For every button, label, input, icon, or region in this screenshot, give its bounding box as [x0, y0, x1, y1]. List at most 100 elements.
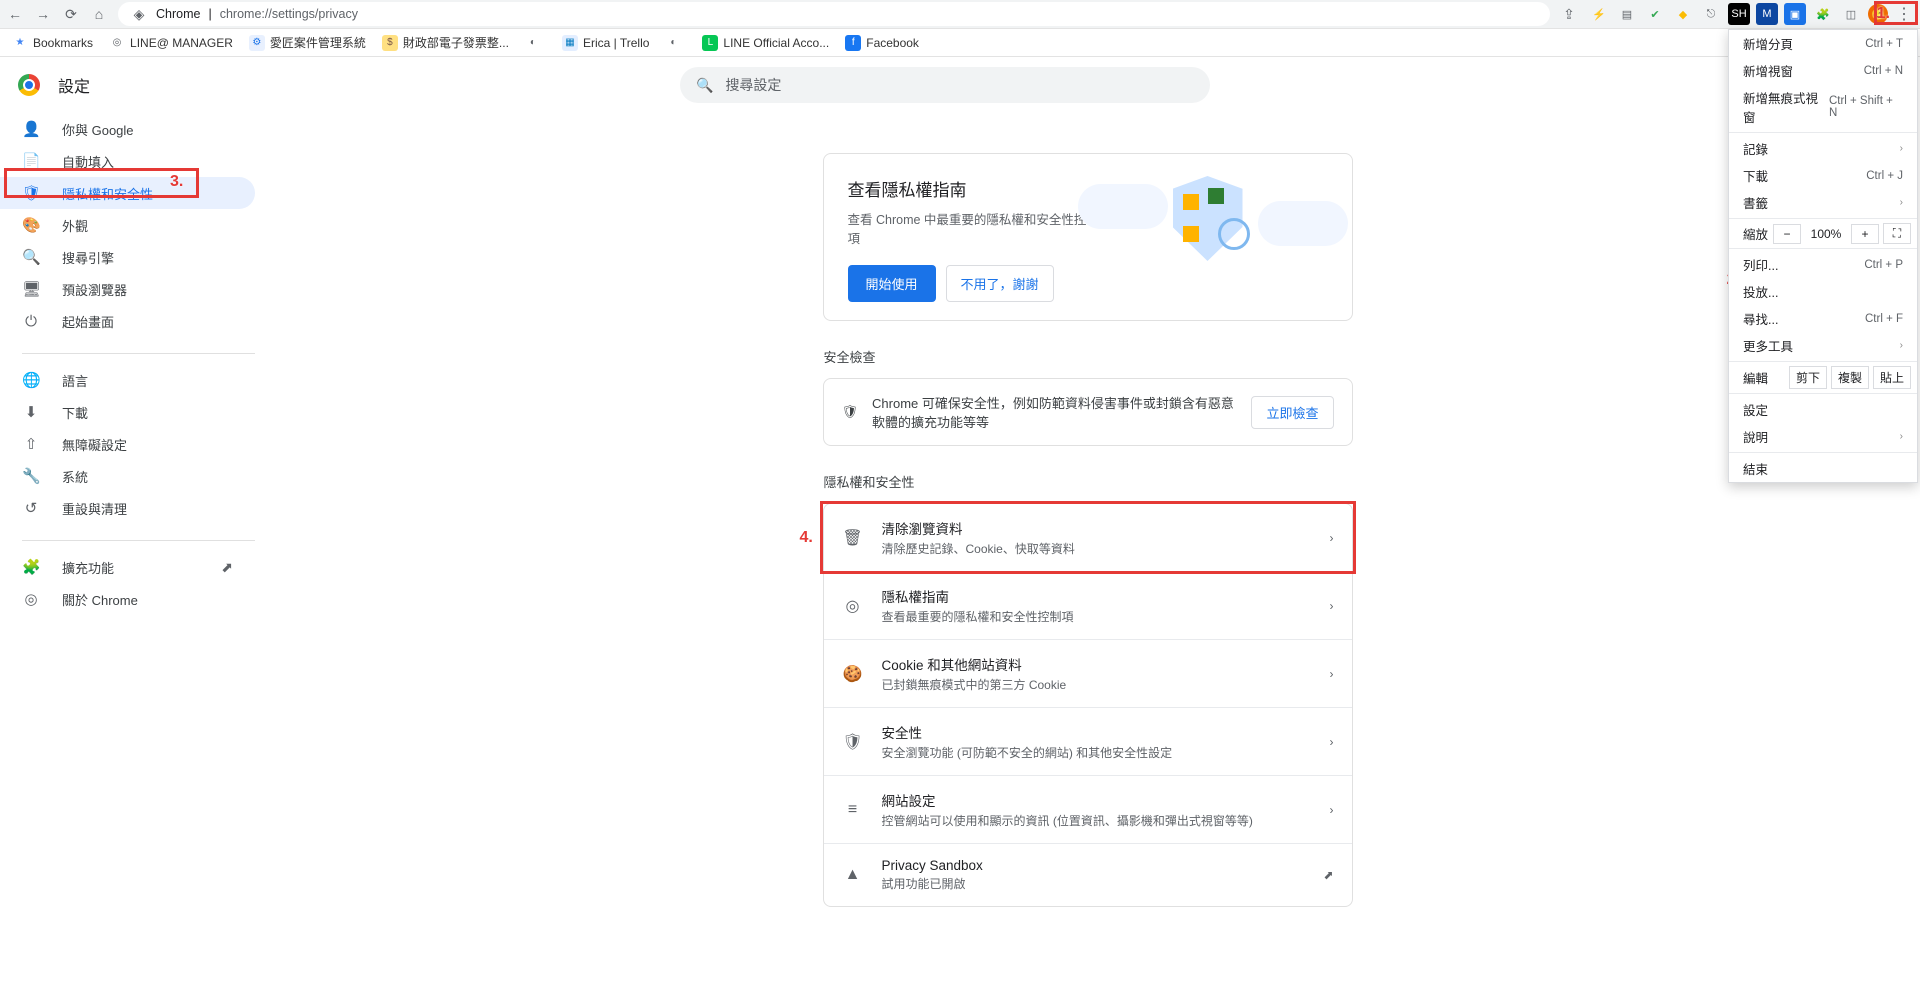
- sidebar-item[interactable]: 🎨外觀: [0, 209, 255, 241]
- chevron-right-icon: ›: [1330, 531, 1334, 545]
- row-subtitle: 安全瀏覽功能 (可防範不安全的網站) 和其他安全性設定: [882, 744, 1312, 761]
- profile-avatar[interactable]: 😊: [1868, 4, 1888, 24]
- bookmark-item[interactable]: LLINE Official Acco...: [702, 35, 829, 51]
- share-icon[interactable]: ⇪: [1560, 5, 1578, 23]
- bookmark-item[interactable]: ▦Erica | Trello: [562, 35, 649, 51]
- safety-check-button[interactable]: 立即檢查: [1251, 396, 1333, 429]
- sidebar-item[interactable]: 👤你與 Google: [0, 113, 255, 145]
- menu-settings[interactable]: 設定: [1729, 396, 1917, 423]
- zoom-out-button[interactable]: −: [1773, 224, 1801, 244]
- bookmark-item[interactable]: fFacebook: [845, 35, 919, 51]
- extensions-icon[interactable]: 🧩: [1812, 3, 1834, 25]
- sidebar-item[interactable]: 🔧系統: [0, 460, 255, 492]
- privacy-guide-card: 查看隱私權指南 查看 Chrome 中最重要的隱私權和安全性控制項 開始使用 不…: [823, 153, 1353, 321]
- sidepanel-icon[interactable]: ◫: [1840, 3, 1862, 25]
- sidebar-icon: ◎: [22, 590, 40, 608]
- home-icon[interactable]: ⌂: [90, 5, 108, 23]
- menu-print[interactable]: 列印...Ctrl + P: [1729, 251, 1917, 278]
- settings-header: 設定 🔍 搜尋設定: [0, 57, 1920, 113]
- search-settings[interactable]: 🔍 搜尋設定: [680, 67, 1210, 103]
- ext-icon[interactable]: ▤: [1616, 3, 1638, 25]
- menu-more-tools[interactable]: 更多工具›: [1729, 332, 1917, 359]
- bookmark-item[interactable]: $財政部電子發票整...: [382, 34, 509, 51]
- sidebar-item[interactable]: 🔍搜尋引擎: [0, 241, 255, 273]
- back-icon[interactable]: ←: [6, 5, 24, 23]
- menu-downloads[interactable]: 下載Ctrl + J: [1729, 162, 1917, 189]
- sidebar-icon: ⬇: [22, 403, 40, 421]
- chrome-menu-button[interactable]: ⋮: [1894, 4, 1914, 24]
- chrome-logo-icon: [18, 74, 40, 96]
- menu-incognito[interactable]: 新增無痕式視窗Ctrl + Shift + N: [1729, 84, 1917, 130]
- sidebar-item[interactable]: ↺重設與清理: [0, 492, 255, 524]
- sidebar-item[interactable]: 🌐語言: [0, 364, 255, 396]
- sidebar-icon: 🧩: [22, 558, 40, 576]
- favicon-icon: $: [382, 35, 398, 51]
- fullscreen-button[interactable]: ⛶: [1883, 223, 1911, 244]
- privacy-row[interactable]: ▲ Privacy Sandbox 試用功能已開啟 ⬈: [824, 843, 1352, 906]
- bookmark-item[interactable]: ◎LINE@ MANAGER: [109, 35, 233, 51]
- guide-title: 查看隱私權指南: [848, 176, 1102, 201]
- bookmark-label: Facebook: [866, 36, 919, 50]
- site-info-icon[interactable]: ◈: [130, 5, 148, 23]
- zoom-in-button[interactable]: +: [1851, 224, 1879, 244]
- menu-exit[interactable]: 結束: [1729, 455, 1917, 482]
- menu-history[interactable]: 記錄›: [1729, 135, 1917, 162]
- chrome-menu: 新增分頁Ctrl + T 新增視窗Ctrl + N 新增無痕式視窗Ctrl + …: [1728, 29, 1918, 483]
- sidebar-item[interactable]: 📄自動填入: [0, 145, 255, 177]
- sidebar-icon: 🔍: [22, 248, 40, 266]
- edit-cut-button[interactable]: 剪下: [1789, 366, 1827, 389]
- edit-paste-button[interactable]: 貼上: [1873, 366, 1911, 389]
- browser-toolbar: ← → ⟳ ⌂ ◈ Chrome | chrome://settings/pri…: [0, 0, 1920, 29]
- privacy-row[interactable]: 🗑 清除瀏覽資料 清除歷史記錄、Cookie、快取等資料 ›: [824, 504, 1352, 571]
- sidebar-item[interactable]: ⏻起始畫面: [0, 305, 255, 337]
- ext-icon[interactable]: ▣: [1784, 3, 1806, 25]
- privacy-row[interactable]: 🍪 Cookie 和其他網站資料 已封鎖無痕模式中的第三方 Cookie ›: [824, 639, 1352, 707]
- forward-icon[interactable]: →: [34, 5, 52, 23]
- edit-copy-button[interactable]: 複製: [1831, 366, 1869, 389]
- address-origin: Chrome: [156, 7, 200, 21]
- sidebar-item[interactable]: ⬇下載: [0, 396, 255, 428]
- bookmark-item[interactable]: ◐: [525, 35, 546, 51]
- ext-icon[interactable]: ⚡: [1588, 3, 1610, 25]
- row-title: 清除瀏覽資料: [882, 518, 1312, 538]
- favicon-icon: ◐: [525, 35, 541, 51]
- sidebar-label: 關於 Chrome: [62, 590, 138, 609]
- privacy-row[interactable]: ◎ 隱私權指南 查看最重要的隱私權和安全性控制項 ›: [824, 571, 1352, 639]
- menu-find[interactable]: 尋找...Ctrl + F: [1729, 305, 1917, 332]
- sidebar-item[interactable]: 🖥預設瀏覽器: [0, 273, 255, 305]
- sidebar-item[interactable]: 🧩擴充功能⬈: [0, 551, 255, 583]
- ext-icon[interactable]: ✔: [1644, 3, 1666, 25]
- bookmark-item[interactable]: ★Bookmarks: [12, 35, 93, 51]
- page-title: 設定: [58, 73, 90, 97]
- sidebar-item[interactable]: ⇧無障礙設定: [0, 428, 255, 460]
- privacy-section-label: 隱私權和安全性: [824, 472, 1354, 491]
- privacy-row[interactable]: 🛡 安全性 安全瀏覽功能 (可防範不安全的網站) 和其他安全性設定 ›: [824, 707, 1352, 775]
- ext-icon[interactable]: M: [1756, 3, 1778, 25]
- menu-bookmarks[interactable]: 書籤›: [1729, 189, 1917, 216]
- sidebar-item[interactable]: ◎ 關於 Chrome: [0, 583, 255, 615]
- reload-icon[interactable]: ⟳: [62, 5, 80, 23]
- privacy-row[interactable]: ≡ 網站設定 控管網站可以使用和顯示的資訊 (位置資訊、攝影機和彈出式視窗等等)…: [824, 775, 1352, 843]
- ext-icon[interactable]: ⎋: [1700, 3, 1722, 25]
- menu-new-window[interactable]: 新增視窗Ctrl + N: [1729, 57, 1917, 84]
- address-bar[interactable]: ◈ Chrome | chrome://settings/privacy: [118, 2, 1550, 26]
- row-subtitle: 試用功能已開啟: [882, 875, 1306, 892]
- sidebar-item[interactable]: 🛡隱私權和安全性: [0, 177, 255, 209]
- menu-help[interactable]: 說明›: [1729, 423, 1917, 450]
- guide-dismiss-button[interactable]: 不用了，謝謝: [946, 265, 1054, 302]
- bookmark-item[interactable]: ⚙愛匠案件管理系統: [249, 34, 366, 51]
- favicon-icon: ◐: [665, 35, 681, 51]
- guide-start-button[interactable]: 開始使用: [848, 265, 936, 302]
- sidebar-icon: 👤: [22, 120, 40, 138]
- sidebar-icon: 🔧: [22, 467, 40, 485]
- bookmark-item[interactable]: ◐: [665, 35, 686, 51]
- menu-edit: 編輯 剪下 複製 貼上: [1729, 364, 1917, 391]
- ext-icon[interactable]: SH: [1728, 3, 1750, 25]
- sidebar-icon: 🎨: [22, 216, 40, 234]
- menu-new-tab[interactable]: 新增分頁Ctrl + T: [1729, 30, 1917, 57]
- menu-cast[interactable]: 投放...: [1729, 278, 1917, 305]
- bookmark-label: Bookmarks: [33, 36, 93, 50]
- bookmark-label: Erica | Trello: [583, 36, 649, 50]
- ext-icon[interactable]: ◆: [1672, 3, 1694, 25]
- privacy-list: 🗑 清除瀏覽資料 清除歷史記錄、Cookie、快取等資料 ›◎ 隱私權指南 查看…: [823, 503, 1353, 907]
